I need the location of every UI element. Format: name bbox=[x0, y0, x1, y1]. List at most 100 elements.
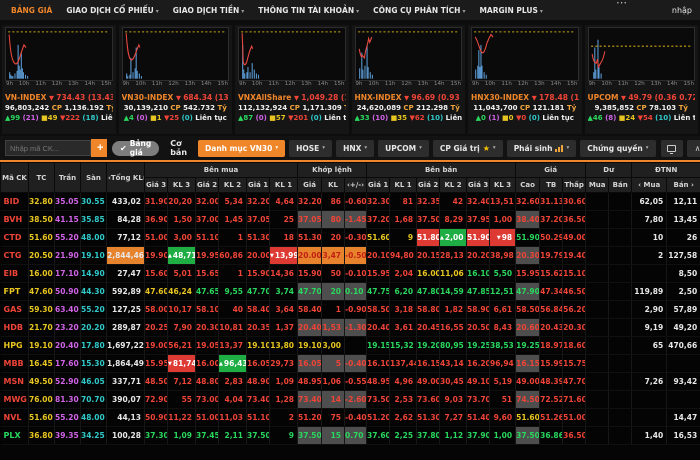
ticker-cell[interactable]: FPT bbox=[1, 283, 29, 301]
col-header-tran[interactable]: Trần bbox=[55, 163, 81, 193]
ticker-cell[interactable]: BID bbox=[1, 193, 29, 211]
sub-header-kl-2[interactable]: KL 2 bbox=[219, 178, 247, 193]
sub-header-gia-2[interactable]: Giá 2 bbox=[417, 178, 440, 193]
ticker-cell[interactable]: PLX bbox=[1, 427, 29, 445]
index-panel-hnx30-index[interactable]: 9h10h11h12h13h14h15hHNX30-INDEX ▼ 178.48… bbox=[468, 25, 582, 134]
time-tick: 13h bbox=[418, 81, 428, 90]
index-panel-upcom[interactable]: 9h10h11h12h13h14h15hUPCOM ▼ 49.79 (0.36 … bbox=[585, 25, 699, 134]
star-icon: ★ bbox=[483, 144, 490, 153]
nav-item-giao-dich-tien[interactable]: GIAO DỊCH TIỀN▾ bbox=[166, 6, 251, 15]
ask-vol-2-cell: 80,95 bbox=[440, 337, 467, 355]
nav-item-thong-tin-tai-khoan[interactable]: THÔNG TIN TÀI KHOẢN▾ bbox=[251, 6, 366, 15]
ty-unit: Tỷ bbox=[344, 104, 345, 112]
sub-header-kl-3[interactable]: KL 3 bbox=[168, 178, 196, 193]
sub-header-gia-3[interactable]: Giá 3 bbox=[467, 178, 490, 193]
filter-button-cp-gia-tri[interactable]: CP Giá trị★▾ bbox=[433, 140, 503, 157]
col-header-ma-ck[interactable]: Mã CK bbox=[1, 163, 29, 193]
nav-item-giao-dich-co-phieu[interactable]: GIAO DỊCH CỔ PHIẾU▾ bbox=[59, 6, 165, 15]
sub-header-kl-1[interactable]: KL 1 bbox=[270, 178, 298, 193]
sub-header-kl-3[interactable]: KL 3 bbox=[490, 178, 516, 193]
total-volume-cell: 77,12 bbox=[107, 229, 145, 247]
add-symbol-button[interactable]: + bbox=[91, 139, 107, 157]
sub-header-gia-2[interactable]: Giá 2 bbox=[196, 178, 219, 193]
residual-buy-cell bbox=[586, 409, 609, 427]
high-price-cell: 38.40 bbox=[516, 211, 540, 229]
ticker-cell[interactable]: NVL bbox=[1, 409, 29, 427]
arrow-down-icon: ▼ bbox=[532, 94, 539, 102]
ask-vol-2-cell: 9,03 bbox=[440, 391, 467, 409]
ticker-cell[interactable]: HPG bbox=[1, 337, 29, 355]
nav-item-bang-gia[interactable]: BẢNG GIÁ bbox=[4, 6, 59, 15]
nav-extra-label[interactable]: nhập bbox=[672, 6, 692, 15]
col-header-tong-kl[interactable]: ‹Tổng KL› bbox=[107, 163, 145, 193]
filter-button-chung-quyen[interactable]: Chứng quyền▾ bbox=[580, 140, 655, 157]
collapse-panels-button[interactable]: ∧ bbox=[687, 140, 700, 157]
sub-header-mua[interactable]: Mua bbox=[586, 178, 609, 193]
residual-buy-cell bbox=[586, 265, 609, 283]
basic-view-label[interactable]: Cơ bản bbox=[164, 139, 193, 157]
foreign-sell-cell: 8,50 bbox=[667, 265, 700, 283]
nav-item-margin-plus[interactable]: MARGIN PLUS▾ bbox=[472, 6, 549, 15]
bid-vol-3-cell: 1,50 bbox=[168, 211, 196, 229]
ticker-cell[interactable]: HDB bbox=[1, 319, 29, 337]
col-header-san[interactable]: Sàn bbox=[81, 163, 107, 193]
ask-price-2-cell: 19.20 bbox=[417, 337, 440, 355]
sub-header-gia[interactable]: Giá bbox=[298, 178, 322, 193]
bid-price-3-cell: 48.50 bbox=[145, 373, 168, 391]
sub-header-cao[interactable]: Cao bbox=[516, 178, 540, 193]
col-header-tnn[interactable]: ĐTNN bbox=[632, 163, 700, 178]
avg-price-cell: 72.52 bbox=[540, 391, 563, 409]
filter-button-phai-sinh[interactable]: Phái sinh▾ bbox=[507, 140, 577, 157]
sub-header-kl-1[interactable]: KL 1 bbox=[390, 178, 417, 193]
sub-header-gia-3[interactable]: Giá 3 bbox=[145, 178, 168, 193]
sub-header-mua[interactable]: ‹ Mua bbox=[632, 178, 667, 193]
sub-header-gia-1[interactable]: Giá 1 bbox=[367, 178, 390, 193]
ticker-cell[interactable]: GAS bbox=[1, 301, 29, 319]
ticker-cell[interactable]: EIB bbox=[1, 265, 29, 283]
symbol-search-input[interactable] bbox=[5, 140, 91, 156]
col-header-du[interactable]: Dư bbox=[586, 163, 632, 178]
overflow-dots-icon[interactable]: ⋯ bbox=[616, 0, 628, 9]
nav-item-cong-cu-phan-tich[interactable]: CÔNG CỤ PHÂN TÍCH▾ bbox=[366, 6, 472, 15]
session-status: Liên tục bbox=[542, 114, 574, 122]
ticker-cell[interactable]: MBB bbox=[1, 355, 29, 373]
display-settings-button[interactable] bbox=[661, 140, 683, 157]
filter-button-hose[interactable]: HOSE▾ bbox=[289, 140, 332, 157]
ticker-cell[interactable]: MWG bbox=[1, 391, 29, 409]
board-view-toggle[interactable]: ✔ Bảng giá bbox=[112, 141, 159, 156]
sub-header-gia-1[interactable]: Giá 1 bbox=[247, 178, 270, 193]
foreign-buy-cell bbox=[632, 391, 667, 409]
sub-header-thap[interactable]: Thấp bbox=[563, 178, 586, 193]
sub-header-ban[interactable]: Bán › bbox=[667, 178, 700, 193]
index-panel-hnx-index[interactable]: 9h10h11h12h13h14h15hHNX-INDEX ▼ 96.69 (0… bbox=[352, 25, 466, 134]
filter-button-hnx[interactable]: HNX▾ bbox=[336, 140, 374, 157]
index-panel-vn30-index[interactable]: 9h10h11h12h13h14h15hVN30-INDEX ▼ 684.34 … bbox=[119, 25, 233, 134]
sub-header-tb[interactable]: TB bbox=[540, 178, 563, 193]
match-price-cell: 32.20 bbox=[298, 193, 322, 211]
index-panel-vnxallshare[interactable]: 9h10h11h12h13h14h15hVNXAllShare ▼ 1,049.… bbox=[235, 25, 349, 134]
index-panel-vn-index[interactable]: 9h10h11h12h13h14h15hVN-INDEX ▼ 734.43 (1… bbox=[2, 25, 116, 134]
residual-buy-cell bbox=[586, 193, 609, 211]
table-row: MSN49.5052.9046.05337,7148.507,1248.802,… bbox=[1, 373, 700, 391]
col-header-tc[interactable]: TC bbox=[29, 163, 55, 193]
sub-header-kl[interactable]: KL bbox=[322, 178, 345, 193]
filter-button-upcom[interactable]: UPCOM▾ bbox=[378, 140, 429, 157]
ticker-cell[interactable]: CTG bbox=[1, 247, 29, 265]
residual-sell-cell bbox=[609, 355, 632, 373]
foreign-buy-cell: 119,89 bbox=[632, 283, 667, 301]
col-header-ben-ban[interactable]: Bên bán bbox=[367, 163, 516, 178]
table-row: BID32.8035.0530.55433,0231.9020,2032.005… bbox=[1, 193, 700, 211]
col-header-ben-mua[interactable]: Bên mua bbox=[145, 163, 298, 178]
ticker-cell[interactable]: MSN bbox=[1, 373, 29, 391]
col-header-khop-lenh[interactable]: Khớp lệnh bbox=[298, 163, 367, 178]
sub-header-ban[interactable]: Bán bbox=[609, 178, 632, 193]
check-icon: ✔ bbox=[120, 144, 127, 153]
sub-header-kl-2[interactable]: KL 2 bbox=[440, 178, 467, 193]
filter-button-danh-muc-vn30[interactable]: Danh mục VN30▾ bbox=[198, 140, 285, 157]
filter-button-label: HOSE bbox=[296, 144, 319, 153]
ticker-cell[interactable]: CTD bbox=[1, 229, 29, 247]
col-header-gia[interactable]: Giá bbox=[516, 163, 586, 178]
ticker-cell[interactable]: BVH bbox=[1, 211, 29, 229]
sub-header-[interactable]: ‹+/-› bbox=[345, 178, 367, 193]
ask-vol-2-cell: 1,12 bbox=[440, 427, 467, 445]
